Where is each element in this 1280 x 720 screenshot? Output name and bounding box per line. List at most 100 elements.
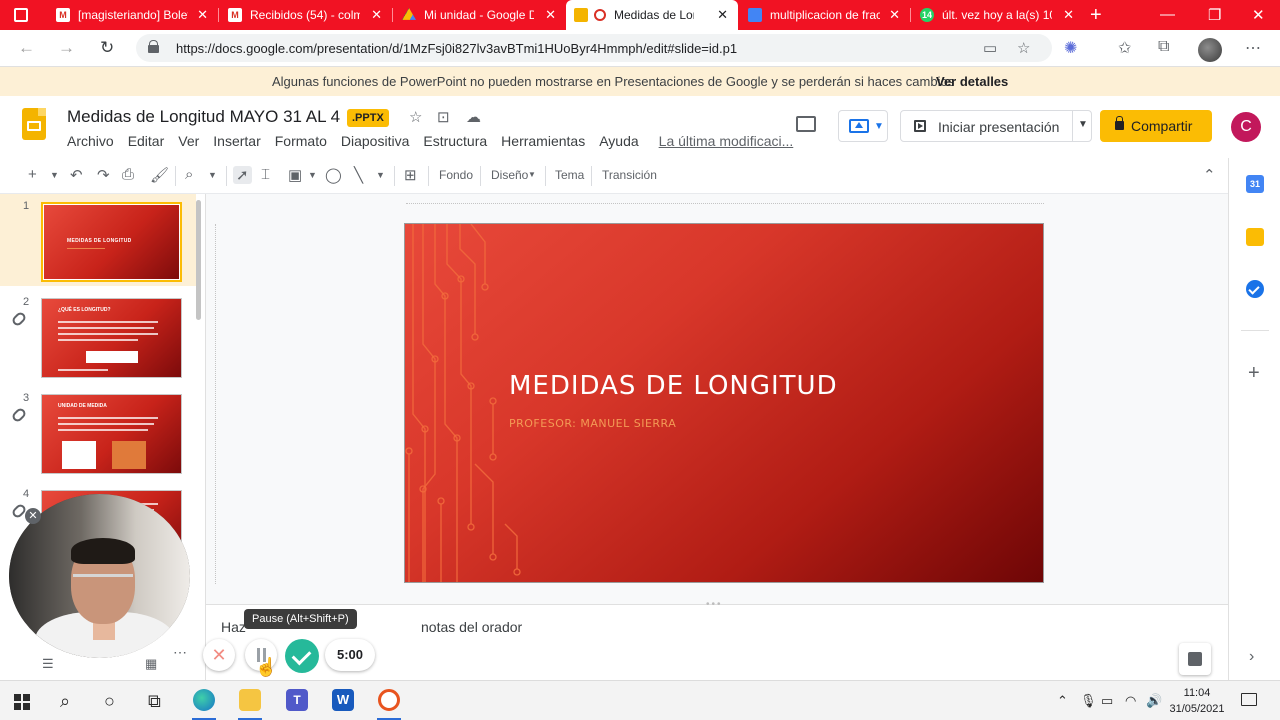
close-tab-icon[interactable]: ✕ (889, 8, 900, 21)
tab-multiplicacion[interactable]: multiplicacion de frac ✕ (740, 0, 910, 30)
menu-formato[interactable]: Formato (275, 133, 327, 149)
line-icon[interactable]: ╲ (354, 166, 363, 184)
notification-center-icon[interactable] (1241, 693, 1257, 706)
restore-icon[interactable]: ❐ (1208, 6, 1221, 24)
file-explorer-icon[interactable] (239, 689, 261, 711)
share-button[interactable]: Compartir (1100, 110, 1212, 142)
window-menu-icon[interactable] (14, 8, 28, 22)
document-title[interactable]: Medidas de Longitud MAYO 31 AL 4 (67, 107, 340, 127)
new-slide-icon[interactable]: + (28, 166, 37, 183)
close-tab-icon[interactable]: ✕ (371, 8, 382, 21)
close-tab-icon[interactable]: ✕ (717, 8, 728, 21)
minimize-icon[interactable]: — (1160, 6, 1175, 23)
tasks-icon[interactable] (1246, 280, 1264, 298)
slide-thumbnail-1[interactable]: 1 MEDIDAS DE LONGITUD (0, 194, 196, 286)
image-icon[interactable]: ▣ (288, 166, 302, 184)
keep-icon[interactable] (1246, 228, 1264, 246)
menu-editar[interactable]: Editar (128, 133, 165, 149)
favorite-icon[interactable]: ☆ (1017, 39, 1030, 57)
shape-icon[interactable]: ◯ (325, 166, 342, 184)
chevron-right-icon[interactable]: › (1249, 648, 1254, 666)
filmstrip-view-icon[interactable]: ☰ (42, 656, 54, 672)
url-field[interactable]: https://docs.google.com/presentation/d/1… (136, 34, 1052, 62)
camera-icon[interactable]: ▭ (983, 39, 997, 57)
slide-thumbnail-3[interactable]: 3 UNIDAD DE MEDIDA (0, 386, 196, 478)
forward-icon[interactable]: → (58, 38, 75, 58)
cortana-icon[interactable]: ○ (104, 691, 115, 712)
last-edit-link[interactable]: La última modificaci... (659, 133, 794, 149)
teams-icon[interactable]: T (286, 689, 308, 711)
finish-recording-button[interactable] (285, 639, 319, 673)
collapse-toolbar-icon[interactable]: ⌃ (1203, 166, 1216, 184)
slide-thumbnail-2[interactable]: 2 ¿QUÉ ES LONGITUD? (0, 290, 196, 382)
microphone-icon[interactable]: 🎙 (1080, 693, 1097, 709)
menu-archivo[interactable]: Archivo (67, 133, 114, 149)
text-box-icon[interactable]: ⌶ (261, 166, 270, 183)
menu-insertar[interactable]: Insertar (213, 133, 260, 149)
start-presentation-button[interactable]: Iniciar presentación ▼ (900, 110, 1092, 142)
chevron-down-icon[interactable]: ▼ (376, 170, 385, 180)
current-slide[interactable]: MEDIDAS DE LONGITUD PROFESOR: MANUEL SIE… (404, 223, 1044, 583)
extension-icon[interactable]: ✺ (1064, 38, 1077, 58)
transition-button[interactable]: Transición (602, 168, 657, 182)
menu-ver[interactable]: Ver (178, 133, 199, 149)
menu-herramientas[interactable]: Herramientas (501, 133, 585, 149)
tab-drive[interactable]: Mi unidad - Google Dr ✕ (394, 0, 566, 30)
paint-format-icon[interactable]: 🖌 (150, 166, 169, 184)
move-folder-icon[interactable]: ⊡ (437, 108, 450, 126)
theme-button[interactable]: Tema (555, 168, 584, 182)
filmstrip-scrollbar[interactable] (196, 200, 201, 320)
chevron-down-icon[interactable]: ▼ (50, 170, 59, 180)
reload-icon[interactable]: ↻ (100, 38, 114, 58)
zoom-icon[interactable]: ⌕ (185, 166, 193, 183)
search-icon[interactable]: ⌕ (60, 691, 70, 712)
word-icon[interactable]: W (332, 689, 354, 711)
chevron-down-icon[interactable]: ▼ (528, 170, 536, 179)
tab-recibidos[interactable]: M Recibidos (54) - colma ✕ (220, 0, 392, 30)
slide-editor-canvas[interactable]: MEDIDAS DE LONGITUD PROFESOR: MANUEL SIE… (206, 194, 1228, 604)
star-icon[interactable]: ☆ (409, 108, 422, 126)
layout-button[interactable]: Diseño (491, 168, 528, 182)
present-to-meeting-button[interactable]: ▼ (838, 110, 888, 142)
close-tab-icon[interactable]: ✕ (545, 8, 556, 21)
windows-start-icon[interactable] (14, 694, 30, 710)
snip-icon[interactable] (378, 689, 400, 711)
tab-medidas-de-longitud[interactable]: Medidas de Longitud ✕ (566, 0, 738, 30)
back-icon[interactable]: ← (18, 38, 35, 58)
calendar-icon[interactable]: 31 (1246, 175, 1264, 193)
comments-icon[interactable] (796, 116, 816, 132)
chevron-down-icon[interactable]: ▼ (208, 170, 217, 180)
edge-icon[interactable] (193, 689, 215, 711)
background-button[interactable]: Fondo (439, 168, 473, 182)
slide-subtitle[interactable]: PROFESOR: MANUEL SIERRA (509, 417, 676, 430)
system-clock[interactable]: 11:04 31/05/2021 (1168, 685, 1226, 717)
chevron-down-icon[interactable]: ▼ (1078, 119, 1088, 130)
print-icon[interactable]: ⎙ (122, 166, 134, 183)
more-options-icon[interactable]: ⋯ (173, 644, 191, 662)
menu-estructura[interactable]: Estructura (423, 133, 487, 149)
redo-icon[interactable]: ↷ (97, 166, 110, 184)
tab-magisteriando[interactable]: M [magisteriando] Boletí ✕ (48, 0, 218, 30)
cancel-recording-button[interactable]: ✕ (203, 639, 235, 671)
new-tab-button[interactable]: + (1090, 4, 1108, 27)
add-comment-icon[interactable]: ⊞ (404, 166, 417, 184)
close-tab-icon[interactable]: ✕ (197, 8, 208, 21)
wifi-icon[interactable]: ◠ (1125, 693, 1136, 709)
task-view-icon[interactable]: ⧉ (148, 691, 161, 712)
notes-resize-handle[interactable]: ••• (706, 599, 723, 610)
close-tab-icon[interactable]: ✕ (1063, 8, 1074, 21)
slides-logo-icon[interactable] (22, 108, 46, 140)
select-tool-icon[interactable]: ➚ (233, 166, 252, 184)
grid-view-icon[interactable]: ▦ (145, 656, 157, 672)
close-webcam-icon[interactable]: ✕ (25, 508, 41, 524)
more-menu-icon[interactable]: ⋯ (1245, 38, 1261, 58)
menu-diapositiva[interactable]: Diapositiva (341, 133, 409, 149)
show-hidden-icons-icon[interactable]: ⌃ (1057, 693, 1068, 709)
slide-title[interactable]: MEDIDAS DE LONGITUD (509, 371, 838, 401)
battery-icon[interactable]: ▭ (1101, 693, 1113, 709)
collections-icon[interactable]: ⧉ (1158, 38, 1169, 56)
view-details-link[interactable]: Ver detalles (936, 74, 1008, 89)
close-window-icon[interactable]: ✕ (1252, 6, 1265, 24)
volume-icon[interactable]: 🔊 (1146, 693, 1162, 709)
explore-button[interactable] (1179, 643, 1211, 675)
